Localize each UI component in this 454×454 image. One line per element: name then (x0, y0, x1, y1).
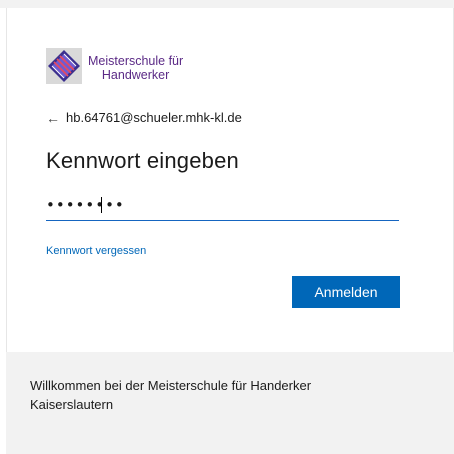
school-logo-icon (46, 48, 82, 84)
brand-logo: Meisterschule für Handwerker (46, 48, 183, 84)
password-field[interactable] (46, 192, 399, 218)
account-email: hb.64761@schueler.mhk-kl.de (66, 110, 242, 125)
welcome-text: Willkommen bei der Meisterschule für Han… (30, 378, 312, 412)
text-caret (101, 197, 102, 213)
brand-name-line2: Handwerker (101, 68, 170, 82)
brand-name: Meisterschule für Handwerker (88, 54, 183, 82)
forgot-password-link[interactable]: Kennwort vergessen (46, 245, 146, 257)
footer-banner: Willkommen bei der Meisterschule für Han… (6, 352, 454, 454)
top-strip (0, 0, 454, 8)
account-identity[interactable]: ← hb.64761@schueler.mhk-kl.de (46, 110, 242, 125)
login-page: Meisterschule für Handwerker ← hb.64761@… (0, 0, 454, 454)
back-arrow-icon[interactable]: ← (46, 111, 60, 125)
page-title: Kennwort eingeben (46, 148, 239, 173)
password-field-container (46, 192, 399, 221)
sign-in-button[interactable]: Anmelden (292, 276, 400, 308)
brand-name-line1: Meisterschule für (88, 54, 184, 68)
